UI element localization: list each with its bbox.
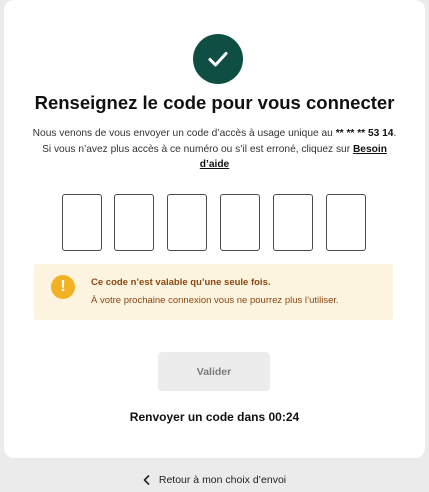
otp-digit-input[interactable]	[326, 194, 366, 251]
alert-title: Ce code n’est valable qu’une seule fois.	[91, 277, 271, 288]
page-title: Renseignez le code pour vous connecter	[34, 92, 395, 113]
instructions-text: Nous venons de vous envoyer un code d’ac…	[30, 126, 399, 173]
back-link-label: Retour à mon choix d’envoi	[158, 474, 287, 486]
otp-digit-input[interactable]	[220, 194, 260, 251]
alert-text: À votre prochaine connexion vous ne pour…	[91, 295, 339, 306]
back-link[interactable]: Retour à mon choix d’envoi	[0, 474, 429, 486]
exclamation-icon: !	[51, 275, 75, 299]
chevron-left-icon	[143, 475, 150, 485]
resend-countdown: Renvoyer un code dans 00:24	[129, 410, 300, 424]
masked-phone-number: ** ** ** 53 14	[335, 128, 394, 139]
instructions-text-before: Nous venons de vous envoyer un code d’ac…	[32, 128, 336, 139]
check-icon	[193, 34, 243, 84]
otp-digit-input[interactable]	[167, 194, 207, 251]
otp-digit-input[interactable]	[273, 194, 313, 251]
submit-button[interactable]: Valider	[158, 352, 270, 391]
otp-digit-input[interactable]	[114, 194, 154, 251]
otp-digit-input[interactable]	[62, 194, 102, 251]
single-use-alert: ! Ce code n’est valable qu’une seule foi…	[34, 264, 393, 320]
